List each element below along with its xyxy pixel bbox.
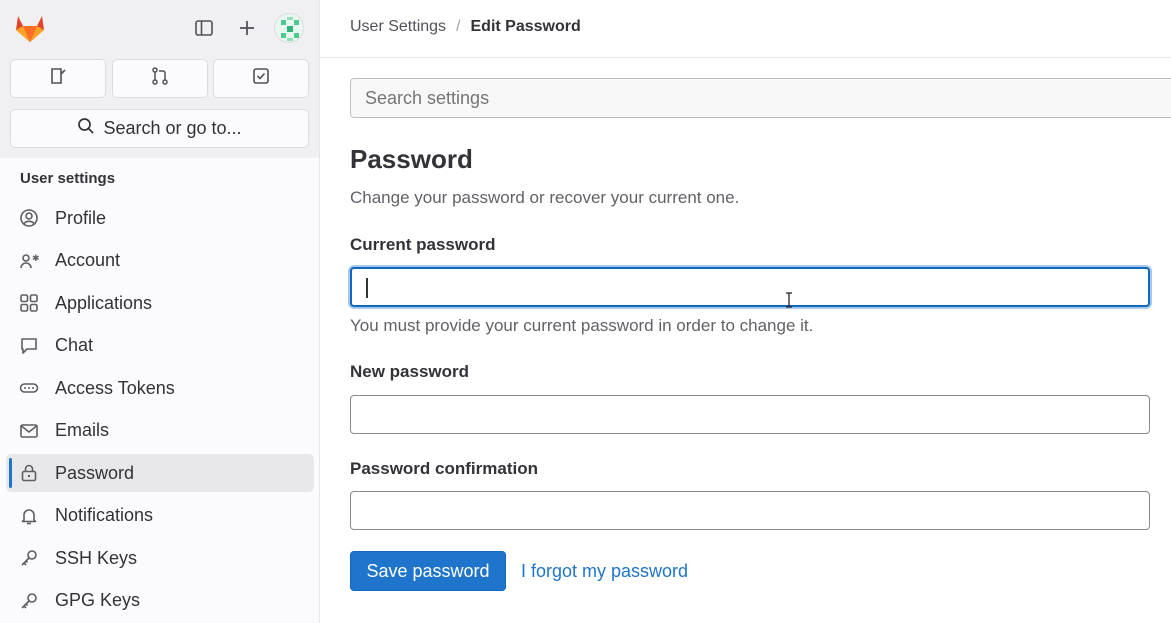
svg-text:✱: ✱ xyxy=(32,254,39,264)
chat-icon xyxy=(18,335,40,357)
sidebar-item-notifications[interactable]: Notifications xyxy=(6,497,314,535)
search-or-go-to-button[interactable]: Search or go to... xyxy=(10,109,309,148)
merge-request-icon xyxy=(150,66,170,91)
merge-requests-button[interactable] xyxy=(112,59,208,98)
breadcrumb-user-settings-link[interactable]: User Settings xyxy=(350,18,446,36)
issues-button[interactable] xyxy=(10,59,106,98)
bell-icon xyxy=(18,505,40,527)
page-description: Change your password or recover your cur… xyxy=(350,188,740,207)
page-title: Password xyxy=(350,144,473,174)
current-password-label: Current password xyxy=(350,235,496,254)
settings-search-input[interactable] xyxy=(350,78,1171,118)
applications-icon xyxy=(18,292,40,314)
sidebar-item-label: Access Tokens xyxy=(55,377,175,398)
key-icon xyxy=(18,547,40,569)
sidebar-item-label: Profile xyxy=(55,207,107,228)
sidebar-item-label: Password xyxy=(55,462,135,483)
breadcrumb-separator: / xyxy=(456,18,461,35)
lock-icon xyxy=(18,462,40,484)
password-confirmation-field[interactable] xyxy=(350,491,1150,530)
sidebar-item-access-tokens[interactable]: Access Tokens xyxy=(6,369,314,407)
key-icon xyxy=(18,590,40,612)
current-password-field[interactable] xyxy=(350,267,1150,307)
sidebar-item-label: Account xyxy=(55,250,121,270)
sidebar-item-account[interactable]: ✱ Account xyxy=(6,242,314,280)
sidebar-nav: Profile ✱ Account Applications Chat Acce… xyxy=(6,199,314,623)
password-confirmation-label: Password confirmation xyxy=(350,459,538,478)
user-avatar[interactable] xyxy=(274,13,304,43)
sidebar-item-profile[interactable]: Profile xyxy=(6,199,314,237)
account-icon: ✱ xyxy=(18,250,40,272)
sidebar: Search or go to... User settings Profile… xyxy=(0,0,320,623)
sidebar-item-label: SSH Keys xyxy=(55,547,138,568)
header-divider xyxy=(320,57,1171,58)
search-label: Search or go to... xyxy=(103,118,242,138)
sidebar-item-label: Notifications xyxy=(55,505,154,525)
search-icon xyxy=(77,117,95,140)
sidebar-toggle-icon[interactable] xyxy=(190,14,218,42)
sidebar-item-applications[interactable]: Applications xyxy=(6,284,314,322)
token-icon xyxy=(18,377,40,399)
sidebar-item-password[interactable]: Password xyxy=(6,454,314,492)
forgot-password-link[interactable]: I forgot my password xyxy=(521,561,688,582)
sidebar-item-ssh-keys[interactable]: SSH Keys xyxy=(6,539,314,577)
sidebar-item-gpg-keys[interactable]: GPG Keys xyxy=(6,582,314,620)
sidebar-item-emails[interactable]: Emails xyxy=(6,412,314,450)
text-cursor-icon xyxy=(784,292,794,308)
new-password-label: New password xyxy=(350,362,470,381)
sidebar-header: Search or go to... xyxy=(0,0,319,158)
sidebar-item-label: Applications xyxy=(55,292,153,313)
issues-icon xyxy=(48,66,68,91)
sidebar-item-chat[interactable]: Chat xyxy=(6,327,314,365)
sidebar-section-title: User settings xyxy=(20,170,116,187)
tanuki-logo-icon[interactable] xyxy=(13,12,47,44)
todo-icon xyxy=(251,66,271,91)
text-caret xyxy=(366,278,368,298)
breadcrumb-current: Edit Password xyxy=(470,18,581,35)
sidebar-item-label: Emails xyxy=(55,420,110,440)
todos-button[interactable] xyxy=(213,59,309,98)
save-password-button[interactable]: Save password xyxy=(350,551,506,591)
profile-icon xyxy=(18,207,40,229)
sidebar-item-label: GPG Keys xyxy=(55,590,141,610)
new-password-field[interactable] xyxy=(350,395,1150,434)
mail-icon xyxy=(18,420,40,442)
current-password-help: You must provide your current password i… xyxy=(350,316,814,335)
breadcrumb: User Settings / Edit Password xyxy=(350,18,581,36)
plus-icon[interactable] xyxy=(233,14,261,42)
sidebar-item-label: Chat xyxy=(55,335,94,355)
